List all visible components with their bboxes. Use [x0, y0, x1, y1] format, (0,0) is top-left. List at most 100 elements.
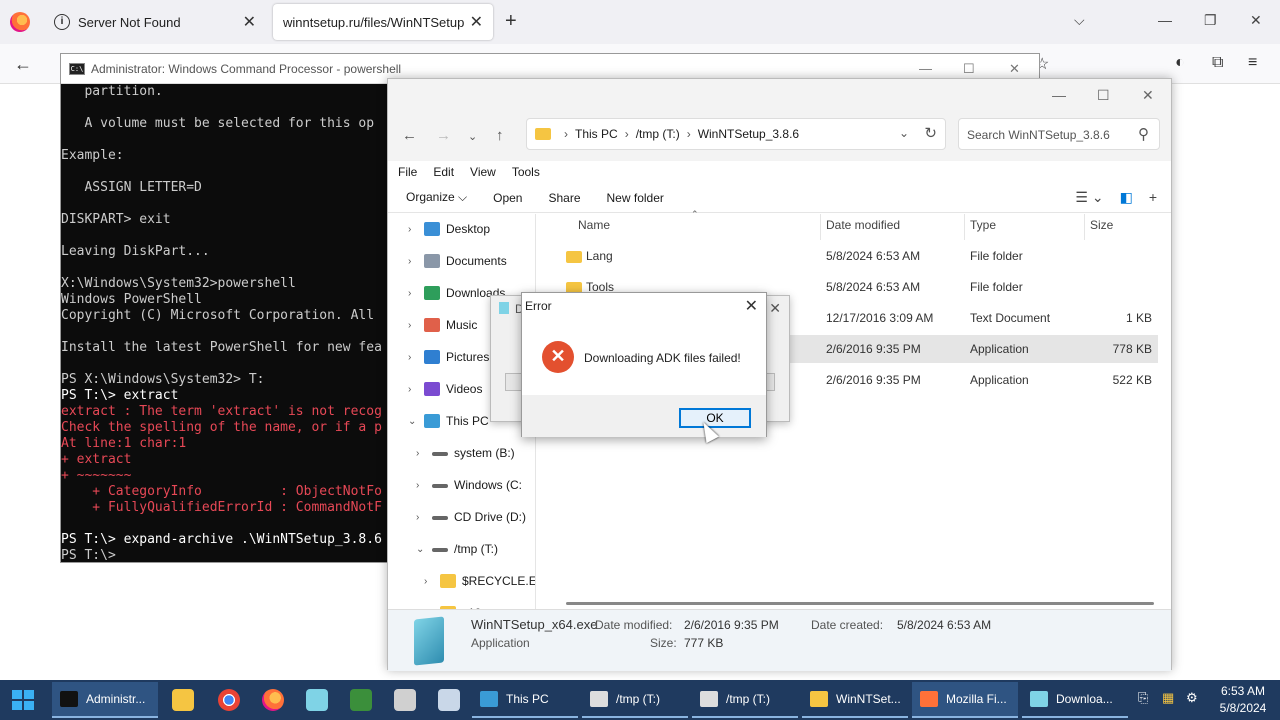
chevron-icon[interactable]: › [424, 576, 440, 587]
breadcrumb-winntsetup[interactable]: WinNTSetup_3.8.6 [698, 127, 799, 141]
taskbar-item-icon [810, 691, 828, 707]
chevron-icon[interactable]: ⌄ [408, 416, 424, 427]
file-row[interactable]: Lang 5/8/2024 6:53 AM File folder [558, 242, 1158, 270]
account-icon[interactable]: ◐ [1175, 54, 1185, 72]
file-date: 5/8/2024 6:53 AM [826, 249, 921, 263]
settings-icon[interactable]: ⚙ [1186, 690, 1198, 706]
chrome-icon[interactable] [218, 689, 240, 711]
taskbar-item-label: Downloa... [1056, 692, 1113, 706]
add-icon[interactable]: + [1149, 189, 1157, 206]
organize-button[interactable]: Organize ⌵ [406, 190, 467, 205]
horizontal-scrollbar[interactable] [566, 602, 1154, 605]
new-tab-button[interactable]: + [505, 10, 517, 33]
new-folder-button[interactable]: New folder [607, 191, 664, 205]
column-type[interactable]: Type [970, 218, 996, 232]
taskbar-item[interactable]: WinNTSet... [802, 682, 908, 718]
start-button[interactable] [12, 690, 34, 710]
nav-item[interactable]: › Desktop [408, 222, 490, 236]
explorer-close-button[interactable]: ✕ [1142, 87, 1154, 104]
cmd-maximize-button[interactable]: ☐ [963, 61, 975, 77]
cmd-close-button[interactable]: ✕ [1009, 61, 1020, 77]
nav-item[interactable]: ⌄ /tmp (T:) [416, 542, 498, 556]
file-type: Application [970, 342, 1029, 356]
cmd-minimize-button[interactable]: — [919, 61, 932, 76]
close-button[interactable]: ✕ [1250, 12, 1262, 29]
color-icon[interactable]: ▦ [1162, 690, 1174, 706]
chevron-icon[interactable]: › [416, 512, 432, 523]
nav-item[interactable]: › Documents [408, 254, 507, 268]
back-arrow-icon[interactable]: ← [14, 54, 32, 75]
refresh-icon[interactable]: ↻ [924, 124, 937, 142]
details-pane: WinNTSetup_x64.exe Application Date modi… [388, 609, 1171, 671]
taskbar-item[interactable]: Downloa... [1022, 682, 1128, 718]
menu-edit[interactable]: Edit [433, 165, 454, 179]
tab-winntsetup[interactable]: winntsetup.ru/files/WinNTSetup_3 ✕ [273, 4, 493, 40]
minimize-button[interactable]: — [1158, 12, 1172, 28]
column-size[interactable]: Size [1090, 218, 1113, 232]
firefox-icon[interactable] [262, 689, 284, 711]
column-date-modified[interactable]: Date modified [826, 218, 900, 232]
close-tab-icon[interactable]: ✕ [470, 12, 483, 32]
firefox-icon[interactable] [10, 12, 30, 32]
nav-item[interactable]: › CD Drive (D:) [416, 510, 526, 524]
tab-server-not-found[interactable]: i Server Not Found ✕ [44, 4, 266, 40]
nav-item[interactable]: › system (B:) [416, 446, 515, 460]
taskbar-item[interactable]: Administr... [52, 682, 158, 718]
network-icon[interactable]: ⎘ [1138, 690, 1148, 706]
taskbar-item[interactable]: /tmp (T:) [692, 682, 798, 718]
close-icon[interactable]: ✕ [745, 296, 758, 316]
explorer-maximize-button[interactable]: ☐ [1097, 87, 1110, 104]
nav-item[interactable]: › $RECYCLE.E [424, 574, 535, 588]
menu-tools[interactable]: Tools [512, 165, 540, 179]
chevron-icon[interactable]: › [408, 352, 424, 363]
breadcrumb-tmp[interactable]: /tmp (T:) [636, 127, 680, 141]
chevron-icon[interactable]: › [408, 384, 424, 395]
nav-item[interactable]: › Videos [408, 382, 482, 396]
explorer-minimize-button[interactable]: — [1052, 87, 1066, 103]
column-name[interactable]: Name [578, 218, 610, 232]
taskbar-item-label: This PC [506, 692, 549, 706]
menu-view[interactable]: View [470, 165, 496, 179]
nav-item[interactable]: › Music [408, 318, 477, 332]
search-input[interactable]: Search WinNTSetup_3.8.6 ⚲ [958, 118, 1160, 150]
share-button[interactable]: Share [548, 191, 580, 205]
up-arrow-icon[interactable]: ↑ [496, 127, 504, 144]
tool-icon[interactable] [394, 689, 416, 711]
notepad-icon[interactable] [350, 689, 372, 711]
maximize-button[interactable]: ❐ [1204, 12, 1217, 29]
back-arrow-icon[interactable]: ← [402, 127, 417, 144]
chevron-icon[interactable]: › [408, 256, 424, 267]
ok-button[interactable]: OK [679, 408, 751, 428]
chevron-icon[interactable]: › [408, 224, 424, 235]
file-explorer-pin-icon[interactable] [172, 689, 194, 711]
close-tab-icon[interactable]: ✕ [243, 12, 256, 32]
nav-item-label: Pictures [446, 350, 490, 364]
close-icon[interactable]: ✕ [769, 300, 781, 317]
nav-item[interactable]: ⌄ This PC [408, 414, 489, 428]
setup-icon[interactable] [306, 689, 328, 711]
nav-item[interactable]: › Pictures [408, 350, 489, 364]
forward-arrow-icon[interactable]: → [436, 127, 451, 144]
calculator-icon[interactable] [438, 689, 460, 711]
nav-item[interactable]: › Windows (C: [416, 478, 522, 492]
chevron-icon[interactable]: › [408, 320, 424, 331]
tab-list-button[interactable]: ⌵ [1074, 12, 1085, 29]
open-button[interactable]: Open [493, 191, 522, 205]
chevron-down-icon[interactable]: ⌄ [899, 126, 909, 140]
extensions-icon[interactable]: ⧉ [1212, 54, 1223, 72]
taskbar-item[interactable]: This PC [472, 682, 578, 718]
chevron-icon[interactable]: › [416, 480, 432, 491]
menu-icon[interactable]: ≡ [1248, 54, 1257, 72]
view-options-icon[interactable]: ☰ ⌄ [1075, 189, 1103, 206]
menu-file[interactable]: File [398, 165, 417, 179]
address-bar[interactable]: › This PC › /tmp (T:) › WinNTSetup_3.8.6… [526, 118, 946, 150]
breadcrumb-this-pc[interactable]: This PC [575, 127, 618, 141]
chevron-icon[interactable]: › [416, 448, 432, 459]
taskbar-item[interactable]: /tmp (T:) [582, 682, 688, 718]
clock[interactable]: 6:53 AM 5/8/2024 [1208, 683, 1278, 717]
recent-locations-icon[interactable]: ⌄ [468, 130, 477, 143]
chevron-icon[interactable]: ⌄ [416, 544, 432, 555]
preview-pane-icon[interactable]: ◧ [1120, 189, 1133, 206]
taskbar-item[interactable]: Mozilla Fi... [912, 682, 1018, 718]
chevron-icon[interactable]: › [408, 288, 424, 299]
